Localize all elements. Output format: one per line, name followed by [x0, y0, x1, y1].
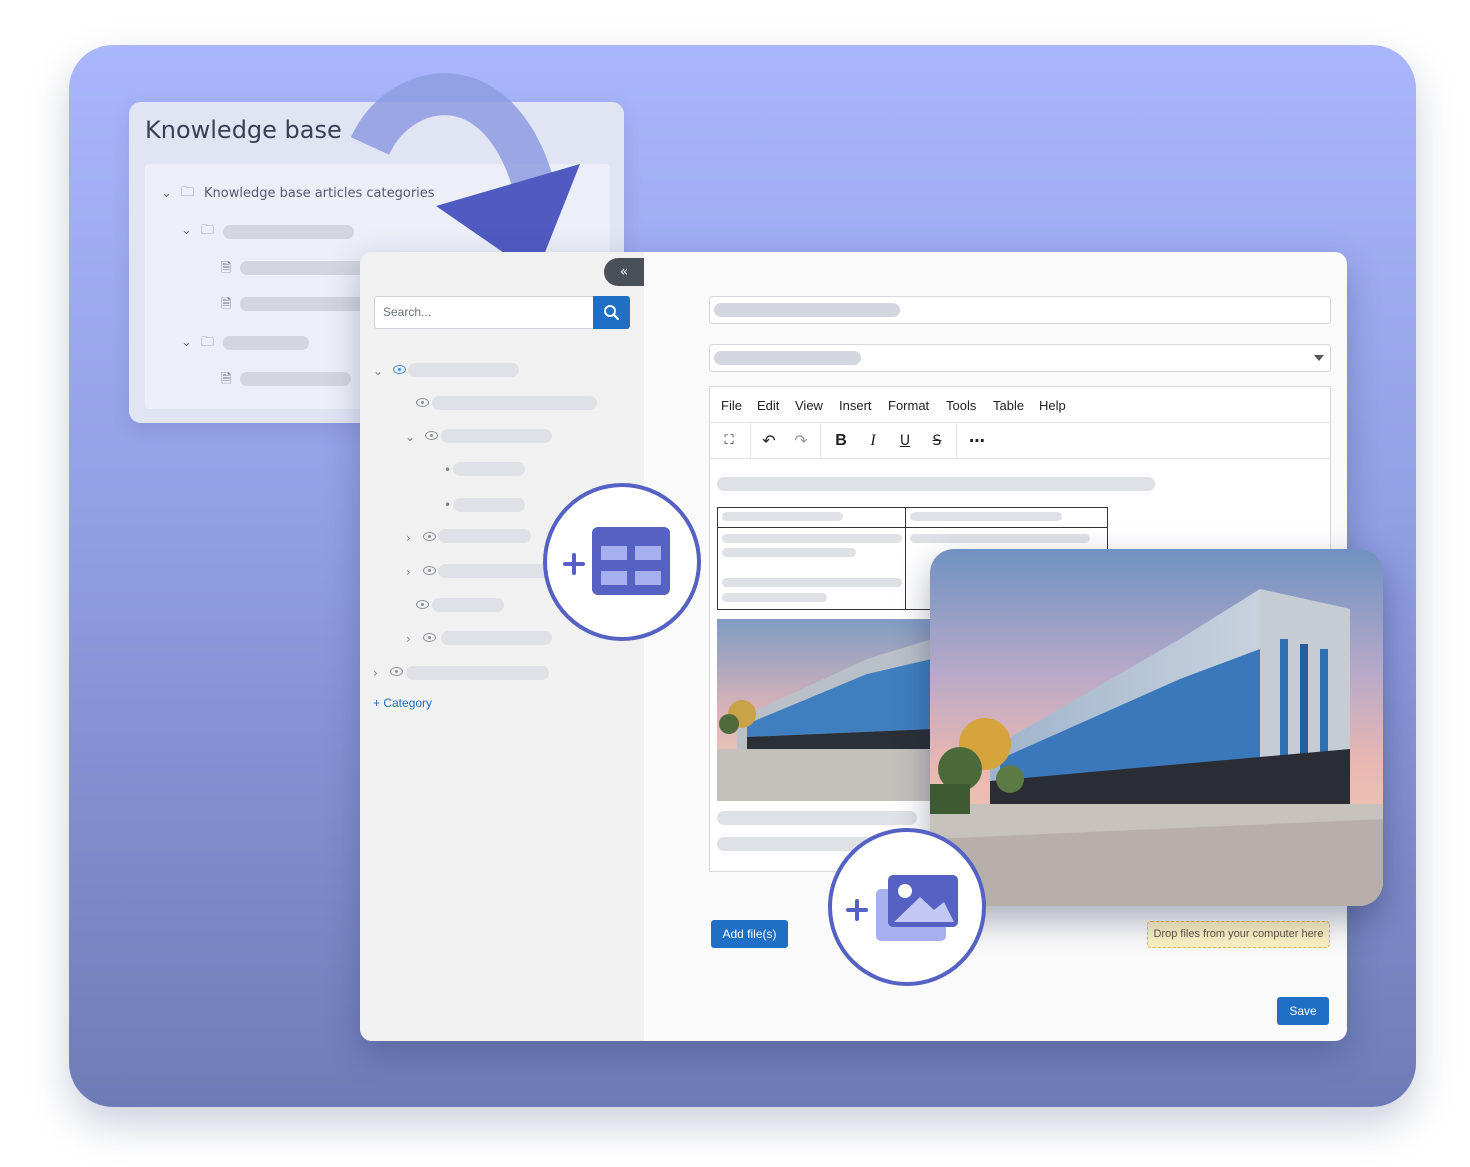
document-icon: 🗎: [221, 297, 232, 312]
table-cell-placeholder: [722, 578, 902, 587]
category-placeholder: [223, 225, 354, 239]
undo-icon[interactable]: ↶: [758, 431, 780, 451]
building-photo-card: [930, 549, 1383, 906]
redo-icon[interactable]: ↷: [790, 431, 812, 451]
table-cell-placeholder: [722, 548, 856, 557]
add-image-badge: [828, 828, 986, 986]
folder-icon: 🗀: [201, 335, 215, 350]
menu-table[interactable]: Table: [993, 398, 1024, 413]
fullscreen-icon[interactable]: ⛶: [718, 431, 740, 451]
eye-icon[interactable]: [390, 667, 403, 676]
menu-edit[interactable]: Edit: [757, 398, 779, 413]
bullet-icon: •: [444, 498, 452, 512]
chevron-down-icon[interactable]: ⌄: [405, 430, 415, 444]
menu-help[interactable]: Help: [1039, 398, 1066, 413]
menu-tools[interactable]: Tools: [946, 398, 976, 413]
italic-icon[interactable]: I: [862, 431, 884, 451]
table-cell-placeholder: [722, 512, 843, 521]
chevron-right-icon[interactable]: ›: [406, 531, 411, 545]
category-sidebar: « Search... ⌄ ⌄ • • › › › › + Category: [360, 252, 644, 1041]
chevron-down-icon[interactable]: ⌄: [181, 336, 192, 350]
menu-insert[interactable]: Insert: [839, 398, 872, 413]
building-photo: [717, 619, 932, 801]
category-placeholder: [408, 363, 519, 377]
category-placeholder: [432, 396, 597, 410]
article-placeholder: [453, 498, 525, 512]
chevron-right-icon[interactable]: ›: [373, 666, 378, 680]
chevron-down-icon[interactable]: ⌄: [373, 364, 383, 378]
bold-icon[interactable]: B: [830, 431, 852, 451]
knowledge-base-title: Knowledge base: [145, 116, 342, 144]
category-placeholder: [438, 529, 531, 543]
add-table-icon: [563, 527, 670, 595]
eye-icon[interactable]: [423, 566, 436, 575]
document-icon: 🗎: [221, 372, 232, 387]
select-placeholder: [714, 351, 861, 365]
add-image-icon: [846, 875, 958, 941]
underline-icon[interactable]: U: [894, 431, 916, 451]
inserted-building-image: [717, 619, 932, 801]
caret-down-icon: [1314, 355, 1324, 361]
chevron-down-icon[interactable]: ⌄: [181, 224, 192, 238]
category-placeholder: [438, 564, 558, 578]
stage: Knowledge base ⌄ 🗀 Knowledge base articl…: [0, 0, 1470, 1167]
table-cell-placeholder: [722, 534, 902, 543]
add-category-link[interactable]: + Category: [373, 696, 432, 710]
article-title-field[interactable]: [709, 296, 1331, 324]
search-input[interactable]: Search...: [374, 296, 594, 329]
bullet-icon: •: [444, 463, 452, 477]
eye-icon[interactable]: [393, 365, 406, 374]
more-icon[interactable]: ⋯: [966, 431, 988, 451]
category-select[interactable]: [709, 344, 1331, 372]
menu-file[interactable]: File: [721, 398, 742, 413]
chevron-right-icon[interactable]: ›: [406, 632, 411, 646]
article-placeholder: [240, 372, 351, 386]
chevron-down-icon[interactable]: ⌄: [161, 187, 172, 201]
editor-toolbar: ⛶ ↶ ↷ B I U S ⋯: [710, 423, 1330, 459]
article-placeholder: [240, 297, 370, 311]
document-icon: 🗎: [221, 261, 232, 276]
paragraph-placeholder: [717, 811, 917, 825]
table-row-divider: [718, 527, 1107, 528]
toolbar-divider: [956, 423, 957, 459]
add-table-badge: [543, 483, 701, 641]
search-button[interactable]: [593, 296, 630, 329]
category-placeholder: [406, 666, 549, 680]
file-drop-zone[interactable]: Drop files from your computer here: [1147, 921, 1330, 948]
menu-view[interactable]: View: [795, 398, 823, 413]
title-placeholder: [714, 303, 900, 317]
collapse-sidebar-button[interactable]: «: [604, 258, 644, 286]
category-placeholder: [441, 429, 552, 443]
toolbar-divider: [820, 423, 821, 459]
eye-icon[interactable]: [423, 532, 436, 541]
search-icon: [604, 305, 620, 321]
paragraph-placeholder: [717, 477, 1155, 491]
save-button[interactable]: Save: [1277, 997, 1329, 1025]
strikethrough-icon[interactable]: S: [926, 431, 948, 451]
menu-format[interactable]: Format: [888, 398, 929, 413]
category-placeholder: [432, 598, 504, 612]
add-files-button[interactable]: Add file(s): [711, 920, 788, 948]
eye-icon[interactable]: [416, 398, 429, 407]
eye-icon[interactable]: [416, 600, 429, 609]
article-placeholder: [453, 462, 525, 476]
eye-icon[interactable]: [423, 633, 436, 642]
table-column-divider: [905, 508, 906, 609]
folder-icon: 🗀: [181, 185, 195, 200]
eye-icon[interactable]: [425, 431, 438, 440]
table-cell-placeholder: [910, 534, 1090, 543]
editor-menubar: File Edit View Insert Format Tools Table…: [710, 387, 1330, 423]
toolbar-divider: [750, 423, 751, 459]
table-cell-placeholder: [722, 593, 827, 602]
building-photo: [930, 549, 1383, 906]
category-placeholder: [441, 631, 552, 645]
chevron-right-icon[interactable]: ›: [406, 565, 411, 579]
category-placeholder: [223, 336, 309, 350]
table-cell-placeholder: [910, 512, 1062, 521]
folder-icon: 🗀: [201, 223, 215, 238]
